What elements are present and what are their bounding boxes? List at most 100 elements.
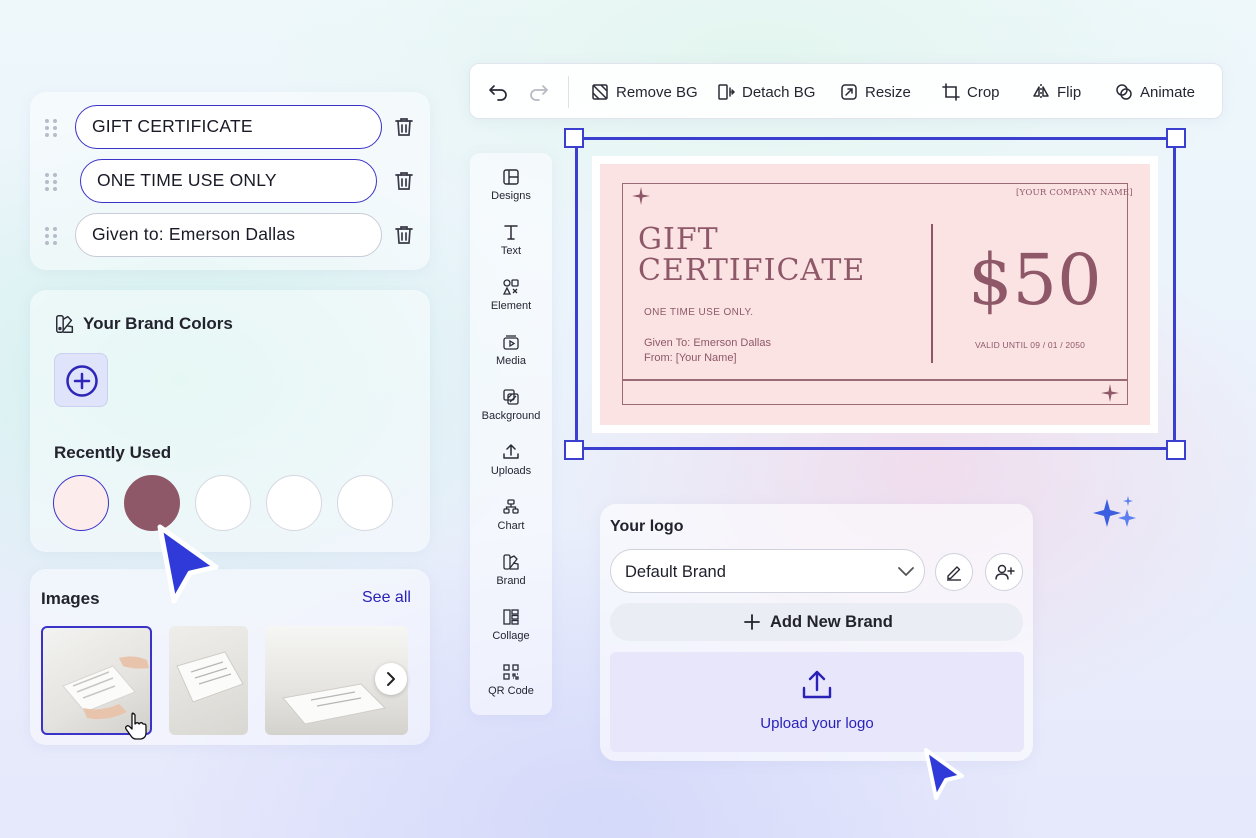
logo-panel-title: Your logo [610,518,684,535]
see-all-link[interactable]: See all [362,589,411,607]
drag-handle-icon[interactable] [44,172,58,192]
logo-panel: Your logo Default Brand Add New Brand Up… [600,504,1033,761]
text-field-row: ONE TIME USE ONLY [30,159,430,205]
side-menu-label: Text [500,245,522,257]
resize-icon [841,84,857,100]
flip-button[interactable]: Flip [1032,64,1081,120]
animate-icon [1116,84,1132,100]
drag-handle-icon[interactable] [44,226,58,246]
drag-handle-icon[interactable] [44,118,58,138]
remove-bg-label: Remove BG [616,83,698,101]
plus-icon [744,614,760,630]
flip-label: Flip [1057,83,1082,101]
side-menu-label: Media [496,355,526,367]
side-menu-label: Collage [492,630,530,642]
resize-handle-bottom-left[interactable] [564,440,584,460]
upload-logo-dropzone[interactable]: Upload your logo [610,652,1024,752]
trash-icon[interactable] [392,115,416,139]
brand-select[interactable]: Default Brand [610,549,925,593]
text-field-input[interactable]: GIFT CERTIFICATE [75,105,382,149]
crop-button[interactable]: Crop [942,64,1000,120]
pencil-icon [947,566,961,581]
element-icon [502,279,519,295]
sparkles-icon [1093,496,1136,527]
add-new-brand-label: Add New Brand [770,613,893,631]
crop-label: Crop [967,83,1000,101]
undo-icon[interactable] [488,81,510,103]
background-icon [503,389,519,405]
next-image-button[interactable] [375,663,407,695]
side-menu-chart[interactable]: Chart [470,498,552,553]
brand-colors-panel: Your Brand Colors Recently Used [30,290,430,552]
text-fields-panel: GIFT CERTIFICATE ONE TIME USE ONLY Given… [30,92,430,270]
side-menu: Designs Text Element Media Background Up… [470,153,552,715]
text-field-row: GIFT CERTIFICATE [30,105,430,151]
animate-label: Animate [1140,83,1196,101]
image-thumbnail[interactable] [169,626,248,735]
brand-select-value: Default Brand [625,563,726,581]
recently-used-label: Recently Used [54,443,172,462]
qr-code-icon [503,664,519,680]
upload-logo-label: Upload your logo [760,715,874,732]
side-menu-label: Uploads [490,465,532,477]
side-menu-qr-code[interactable]: QR Code [470,663,552,718]
chart-icon [503,499,519,514]
resize-button[interactable]: Resize [840,64,911,120]
redo-icon[interactable] [527,81,549,103]
certificate-card-image [176,651,244,703]
resize-handle-top-right[interactable] [1166,128,1186,148]
resize-handle-top-left[interactable] [564,128,584,148]
side-menu-label: QR Code [488,685,534,697]
chevron-right-icon [387,672,395,686]
add-user-button[interactable] [985,553,1023,591]
detach-bg-button[interactable]: Detach BG [717,64,815,120]
side-menu-element[interactable]: Element [470,278,552,333]
media-icon [503,335,519,350]
side-menu-uploads[interactable]: Uploads [470,443,552,498]
add-new-brand-button[interactable]: Add New Brand [610,603,1023,641]
resize-handle-bottom-right[interactable] [1166,440,1186,460]
detach-bg-icon [718,84,735,100]
chevron-down-icon [898,567,914,576]
text-field-input[interactable]: Given to: Emerson Dallas [75,213,382,257]
selection-frame [575,137,1176,450]
add-color-button[interactable] [54,353,108,407]
edit-brand-button[interactable] [935,553,973,591]
side-menu-brand[interactable]: Brand [470,553,552,608]
image-toolbar: Remove BG Detach BG Resize Crop Flip Ani… [469,63,1223,119]
brand-colors-title: Your Brand Colors [83,314,233,333]
side-menu-label: Chart [497,520,525,532]
trash-icon[interactable] [392,223,416,247]
images-panel: Images See all [30,569,430,745]
uploads-icon [503,444,519,459]
toolbar-divider [568,76,569,108]
side-menu-collage[interactable]: Collage [470,608,552,663]
text-field-input[interactable]: ONE TIME USE ONLY [80,159,377,203]
collage-icon [503,609,519,625]
add-user-icon [995,564,1015,580]
trash-icon[interactable] [392,169,416,193]
brand-icon [503,554,519,570]
side-menu-label: Element [490,300,532,312]
side-menu-designs[interactable]: Designs [470,168,552,223]
text-field-row: Given to: Emerson Dallas [30,213,430,259]
color-swatch[interactable] [266,475,322,531]
side-menu-text[interactable]: Text [470,223,552,278]
side-menu-label: Designs [491,190,531,202]
brand-palette-icon [56,315,74,333]
remove-bg-button[interactable]: Remove BG [591,64,698,120]
animate-button[interactable]: Animate [1115,64,1195,120]
side-menu-label: Background [481,410,541,422]
text-icon [504,225,518,240]
resize-label: Resize [865,83,911,101]
designs-icon [503,169,519,185]
detach-bg-label: Detach BG [742,83,816,101]
color-swatch[interactable] [53,475,109,531]
side-menu-media[interactable]: Media [470,333,552,388]
pointer-cursor-icon [924,748,964,800]
flip-icon [1033,84,1049,100]
upload-icon [802,670,832,699]
color-swatch[interactable] [337,475,393,531]
side-menu-label: Brand [496,575,526,587]
side-menu-background[interactable]: Background [470,388,552,443]
